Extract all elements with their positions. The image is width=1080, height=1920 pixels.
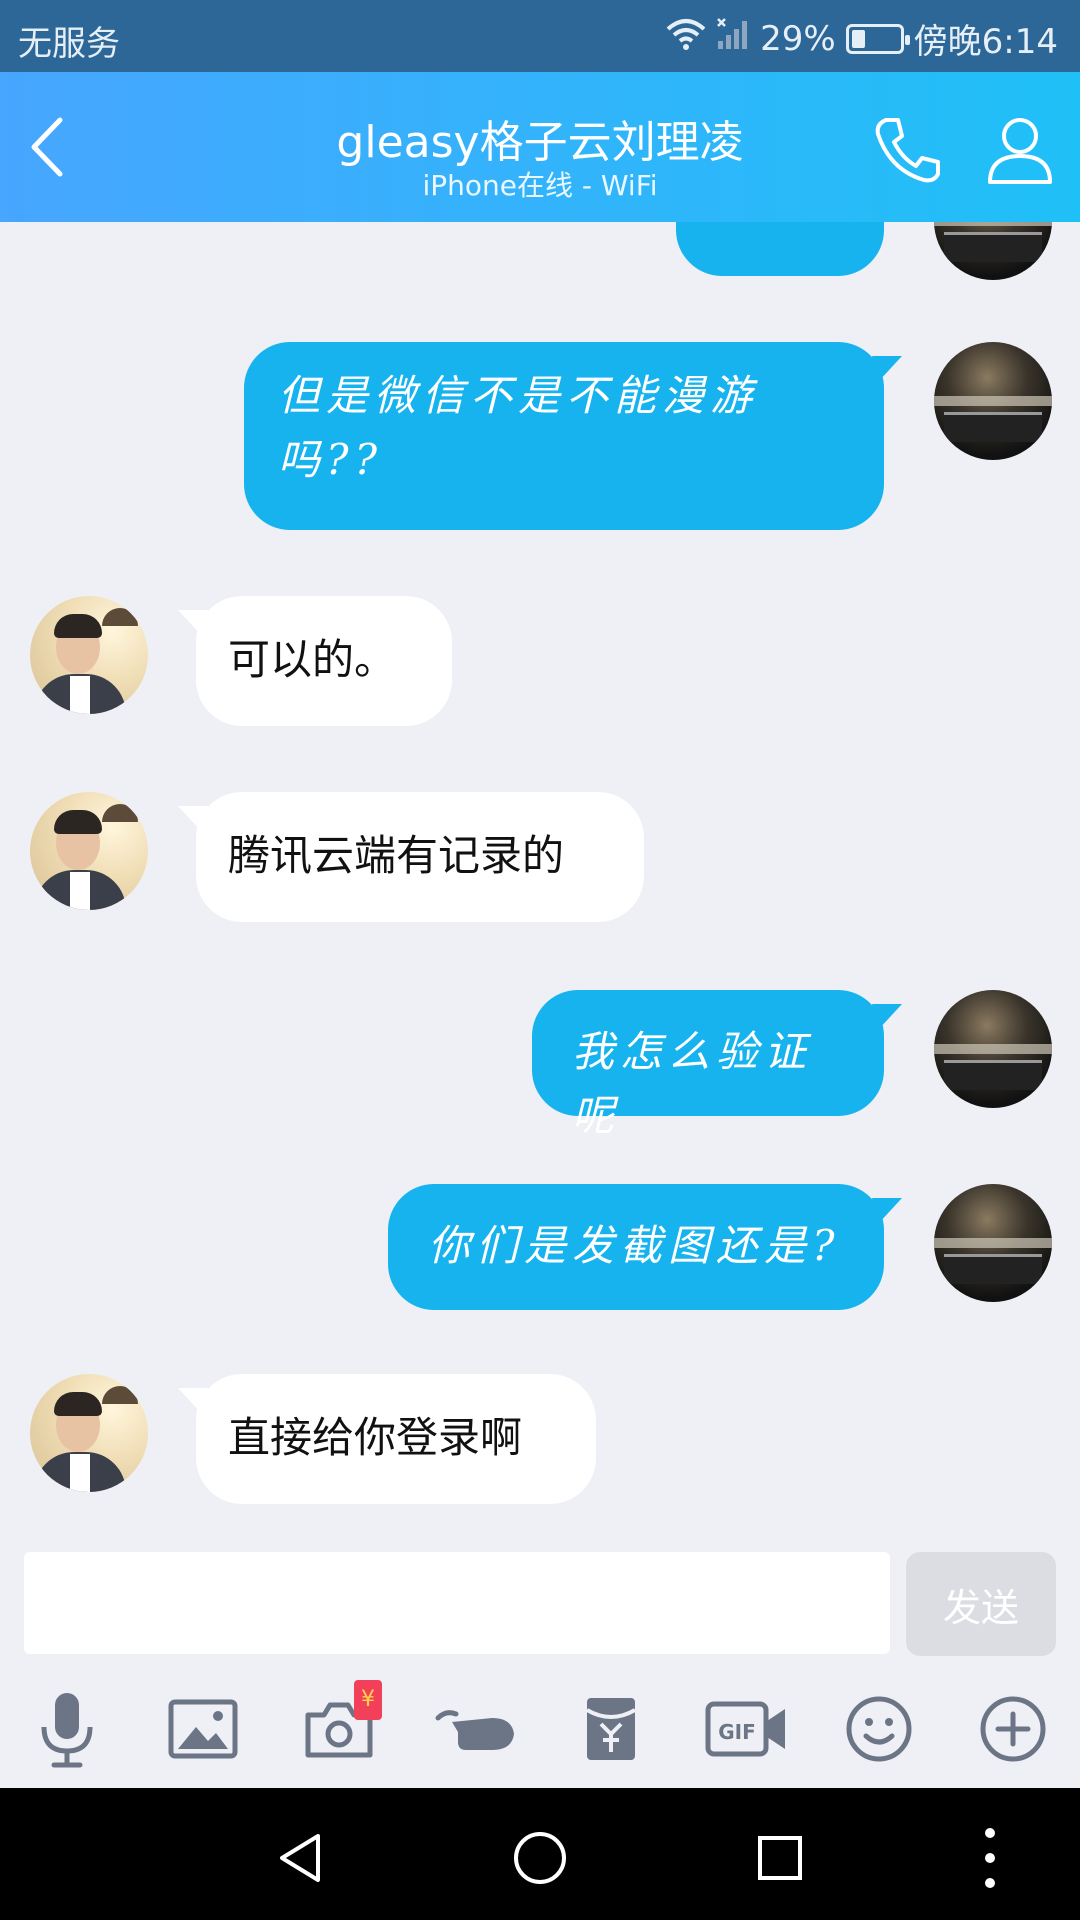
poke-icon [435,1710,514,1750]
self-avatar[interactable] [934,222,1052,280]
incoming-message[interactable]: 腾讯云端有记录的 [178,792,644,922]
message-text: 你们是发截图还是? [428,1221,841,1270]
photo-button[interactable] [158,1684,248,1774]
system-navbar [0,1788,1080,1920]
gif-button[interactable]: GIF [702,1684,792,1774]
battery-icon [845,23,910,54]
outgoing-message[interactable] [676,222,884,276]
recents-square-icon [758,1836,802,1880]
nav-more-button[interactable] [950,1818,1030,1898]
battery-percent: 29% [760,18,836,59]
message-list[interactable]: 但是微信不是不能漫游吗?? 可以的。 腾讯云端有记录的 我怎么验证呢 你们是发截… [0,222,1080,1540]
status-bar: 无服务 29% 傍晚6:14 [0,0,1080,72]
carrier-label: 无服务 [18,24,120,64]
message-text: 可以的。 [228,635,397,684]
clock: 傍晚6:14 [913,22,1058,62]
self-avatar[interactable] [934,342,1052,460]
message-text: 但是微信不是不能漫游吗?? [278,371,759,484]
gif-icon: GIF [705,1701,785,1757]
emoji-icon [846,1696,912,1762]
plus-icon [980,1696,1046,1762]
red-packet-badge: ¥ [354,1680,382,1720]
call-button[interactable] [868,110,948,190]
message-text: 直接给你登录啊 [228,1413,523,1462]
nav-recents-button[interactable] [740,1818,820,1898]
emoji-button[interactable] [834,1684,924,1774]
image-icon [168,1699,238,1759]
profile-button[interactable] [980,110,1060,190]
profile-icon [988,118,1052,184]
self-avatar[interactable] [934,1184,1052,1302]
no-signal-icon [716,17,750,60]
input-toolbar: ¥ GIF [0,1670,1080,1788]
red-packet-button[interactable] [566,1684,656,1774]
status-right: 29% 傍晚6:14 [666,14,1058,63]
outgoing-message[interactable]: 我怎么验证呢 [532,990,902,1140]
outgoing-message[interactable]: 你们是发截图还是? [388,1184,902,1310]
home-circle-icon [514,1832,566,1884]
message-input[interactable] [24,1552,890,1654]
chat-header: gleasy格子云刘理凌 iPhone在线 - WiFi [0,72,1080,222]
contact-avatar[interactable] [30,1374,148,1492]
contact-avatar[interactable] [30,596,148,714]
send-button[interactable]: 发送 [906,1552,1056,1656]
contact-avatar[interactable] [30,792,148,910]
svg-text:GIF: GIF [718,1720,756,1744]
more-button[interactable] [968,1684,1058,1774]
message-text: 腾讯云端有记录的 [228,831,565,880]
phone-icon [875,118,940,183]
self-avatar[interactable] [934,990,1052,1108]
wifi-icon [666,17,706,60]
red-packet-icon [585,1698,637,1760]
microphone-icon [41,1693,93,1768]
back-triangle-icon [280,1834,320,1882]
voice-button[interactable] [22,1684,112,1774]
outgoing-message[interactable]: 但是微信不是不能漫游吗?? [244,342,902,530]
message-text: 我怎么验证呢 [572,1027,813,1140]
poke-button[interactable] [430,1684,520,1774]
camera-button[interactable]: ¥ [294,1680,384,1774]
battery-level [851,29,865,48]
composer: 发送 [0,1540,1080,1670]
nav-home-button[interactable] [500,1818,580,1898]
more-dots-icon [985,1828,995,1888]
incoming-message[interactable]: 可以的。 [178,596,452,726]
incoming-message[interactable]: 直接给你登录啊 [178,1374,596,1504]
nav-back-button[interactable] [260,1818,340,1898]
